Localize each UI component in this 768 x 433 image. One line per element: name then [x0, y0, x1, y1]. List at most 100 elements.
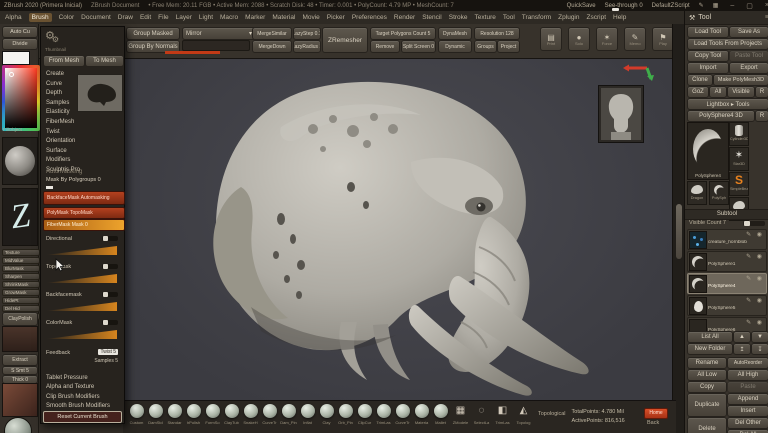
tool-thumbnail-cell[interactable]: Cylinder3D — [729, 122, 749, 146]
list-all-button[interactable]: List All — [687, 331, 733, 343]
brush-thumbnail[interactable]: Custom — [127, 404, 146, 425]
make-polymesh3d-button[interactable]: Make PolyMesh3D — [713, 74, 768, 86]
shelf-macro-button[interactable]: ● Solo — [568, 27, 590, 51]
load-tool-button[interactable]: Load Tool — [687, 26, 729, 38]
append-button[interactable]: Append — [727, 393, 768, 405]
brush-thumbnail[interactable]: TrimLas — [374, 404, 393, 425]
brush-menu-section[interactable]: Elasticity — [46, 109, 129, 115]
backface-mask-button[interactable]: BackfaceMask Automasking — [43, 191, 125, 205]
menu-item[interactable]: Zplugin — [558, 14, 579, 21]
brush-thumbnail[interactable]: FormSo — [203, 404, 222, 425]
mirror-dropdown[interactable]: Mirror ▾ — [182, 27, 256, 40]
insert-button[interactable]: Insert — [727, 405, 768, 417]
zremesher-button[interactable]: ZRemesher — [322, 27, 368, 53]
quicksave-button[interactable]: QuickSave — [567, 3, 596, 9]
paste-tool-button[interactable]: Paste Tool — [729, 50, 768, 62]
delete-button[interactable]: Delete — [687, 417, 727, 433]
menu-item[interactable]: Brush — [29, 13, 52, 22]
brush-menu-section[interactable]: Samples — [46, 100, 129, 106]
reset-current-brush-button[interactable]: Reset Current Brush — [43, 411, 122, 423]
subtool-thumbnail[interactable] — [689, 253, 707, 271]
grid-icon[interactable]: ▦ — [713, 2, 719, 9]
divide-button[interactable]: Divide — [2, 38, 38, 50]
menu-item[interactable]: Edit — [140, 14, 151, 21]
menu-item[interactable]: Material — [272, 14, 295, 21]
subtool-row[interactable]: ✎ ◉ PolySphere5 — [687, 295, 767, 316]
subtool-thumbnail[interactable] — [689, 297, 707, 315]
subtool-visibility-icons[interactable]: ✎ ◉ — [746, 253, 764, 260]
all-low-button[interactable]: All Low — [687, 369, 727, 381]
automask-slider-group[interactable]: ColorMask — [43, 319, 120, 343]
clone-button[interactable]: Clone — [687, 74, 713, 86]
subtool-visibility-icons[interactable]: ✎ ◉ — [746, 275, 764, 282]
subtool-visibility-icons[interactable]: ✎ ◉ — [746, 319, 764, 326]
mirror-axis-slider[interactable] — [182, 40, 250, 51]
duplicate-button[interactable]: Duplicate — [687, 393, 727, 417]
project-button[interactable]: Project — [497, 40, 520, 53]
samples-value[interactable]: Samples 5 — [94, 358, 118, 364]
stroke-thumbnail[interactable]: Z — [2, 188, 38, 246]
shelf-macro-button[interactable]: ▤ Print — [540, 27, 562, 51]
to-mesh-button[interactable]: To Mesh — [85, 55, 124, 67]
falloff-ramp[interactable] — [46, 330, 117, 339]
shelf-macro-button[interactable]: ⚑ Play — [652, 27, 674, 51]
fill-object-button[interactable]: FillObject — [3, 127, 22, 132]
pen-icon[interactable]: ✎ — [699, 2, 704, 9]
brush-thumbnail[interactable]: SnakeH — [241, 404, 260, 425]
current-color-swatch[interactable] — [2, 51, 30, 65]
reference-image-panel[interactable] — [598, 85, 644, 143]
export-button[interactable]: Export — [729, 62, 768, 74]
tool-thumbnail-cell[interactable]: Star3D — [729, 147, 749, 171]
dynamesh-button[interactable]: DynaMesh — [438, 27, 472, 40]
brush-menu-section[interactable]: Tablet Pressure — [46, 375, 129, 381]
load-tools-from-projects-button[interactable]: Load Tools From Projects — [687, 38, 768, 50]
falloff-ramp[interactable] — [46, 274, 117, 283]
slider-track[interactable] — [102, 264, 118, 269]
brush-thumbnail[interactable]: Clay — [317, 404, 336, 425]
tray-button[interactable]: ShrinkMask — [2, 281, 40, 288]
menu-item[interactable]: Preferences — [352, 14, 387, 21]
tray-button[interactable]: HidePt — [2, 297, 40, 304]
menu-item[interactable]: Color — [59, 14, 75, 21]
brush-menu-section[interactable]: Modifiers — [46, 157, 129, 163]
tray-button[interactable]: Sharpen — [2, 273, 40, 280]
menu-item[interactable]: Texture — [475, 14, 496, 21]
fiber-mask-button[interactable]: FiberMask Mask 0 — [43, 219, 125, 231]
slider-nub[interactable] — [744, 221, 750, 226]
brush-thumbnail[interactable]: Dam_Pin — [279, 404, 298, 425]
brush-thumbnail[interactable]: DamStd — [146, 404, 165, 425]
brush-thumbnail[interactable]: Standar — [165, 404, 184, 425]
brush-thumbnail[interactable]: CurveTr — [260, 404, 279, 425]
menu-item[interactable]: Stencil — [422, 14, 442, 21]
tray-button[interactable]: Del Hid — [2, 305, 40, 312]
resolution-slider[interactable]: Resolution 128 — [474, 27, 520, 40]
color-gradient-square[interactable] — [5, 68, 37, 128]
tray-button[interactable]: GrowMask — [2, 289, 40, 296]
slider-track[interactable] — [102, 292, 118, 297]
current-tool-slider[interactable]: PolySphere4 3D — [687, 110, 755, 122]
brush-thumbnail[interactable]: ClayTub — [222, 404, 241, 425]
tool-panel-header[interactable]: ⚒ Tool ≡ — [685, 11, 768, 25]
menu-item[interactable]: Tool — [503, 14, 515, 21]
subtool-thumbnail[interactable] — [689, 275, 707, 293]
brush-menu-section[interactable]: Orientation — [46, 138, 129, 144]
brush-menu-section[interactable]: Create — [46, 71, 129, 77]
dynamic-button[interactable]: Dynamic — [438, 40, 472, 53]
lazy-step-slider[interactable]: LazyStep 0.1 — [293, 27, 321, 40]
active-tool-thumbnail[interactable]: PolySphere4 — [687, 122, 729, 180]
texture-thumbnail[interactable] — [2, 383, 38, 417]
lightbox-tools-button[interactable]: Lightbox ▸ Tools — [687, 98, 768, 110]
window-maximize-button[interactable]: ▢ — [746, 2, 753, 10]
subtool-thumbnail[interactable] — [689, 231, 707, 249]
slider-track[interactable] — [102, 320, 118, 325]
menu-item[interactable]: Light — [199, 14, 213, 21]
tool-thumbnail[interactable]: ◧ TrimLas — [492, 404, 513, 425]
brush-thumbnail[interactable]: hPolish — [184, 404, 203, 425]
slider-track[interactable] — [102, 236, 118, 241]
shelf-macro-button[interactable]: ✎ Memo — [624, 27, 646, 51]
falloff-ramp[interactable] — [46, 302, 117, 311]
slider-nub[interactable] — [103, 292, 108, 297]
goz-button[interactable]: GoZ — [687, 86, 709, 98]
menu-item[interactable]: Document — [81, 14, 111, 21]
menu-item[interactable]: Render — [394, 14, 415, 21]
